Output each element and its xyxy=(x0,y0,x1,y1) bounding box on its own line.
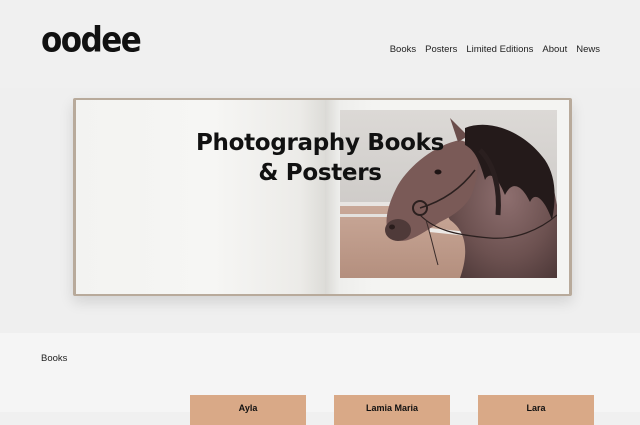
nav-news[interactable]: News xyxy=(576,44,600,55)
main-nav: Books Posters Limited Editions About New… xyxy=(390,44,600,55)
logo[interactable]: oodee xyxy=(41,20,142,60)
hero-title-line-2: & Posters xyxy=(258,160,382,186)
section-label: Books xyxy=(41,353,68,364)
hero-banner xyxy=(0,88,640,333)
nav-about[interactable]: About xyxy=(542,44,567,55)
hero-title: Photography Books & Posters xyxy=(180,128,460,188)
books-section: Books Ayla Lamia Maria Lara xyxy=(0,333,640,425)
book-card-lamia-maria[interactable]: Lamia Maria xyxy=(334,395,450,425)
nav-books[interactable]: Books xyxy=(390,44,416,55)
book-card-lara[interactable]: Lara xyxy=(478,395,594,425)
nav-posters[interactable]: Posters xyxy=(425,44,457,55)
book-card-ayla[interactable]: Ayla xyxy=(190,395,306,425)
hero-title-line-1: Photography Books xyxy=(195,130,444,156)
nav-limited-editions[interactable]: Limited Editions xyxy=(466,44,533,55)
